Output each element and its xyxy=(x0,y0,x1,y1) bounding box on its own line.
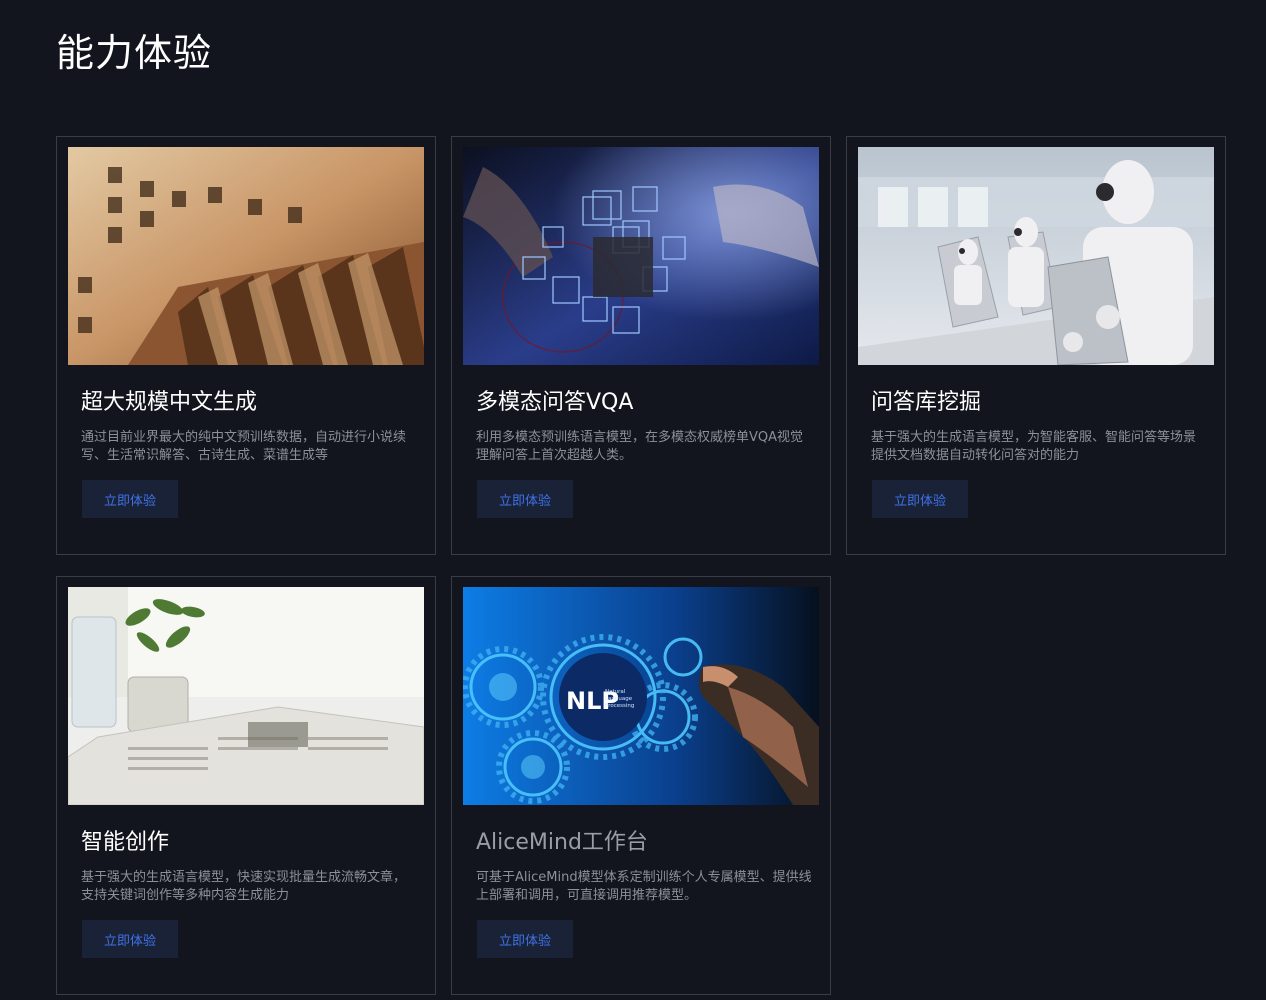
try-now-button[interactable]: 立即体验 xyxy=(82,920,178,958)
card-multimodal-vqa: 多模态问答VQA 利用多模态预训练语言模型，在多模态权威榜单VQA视觉理解问答上… xyxy=(451,136,831,555)
card-title: 超大规模中文生成 xyxy=(81,390,258,415)
nlp-caption-line: Processing xyxy=(605,703,634,709)
try-now-button[interactable]: 立即体验 xyxy=(82,480,178,518)
movable-type-image xyxy=(68,147,424,365)
card-description: 通过目前业界最大的纯中文预训练数据，自动进行小说续写、生活常识解答、古诗生成、菜… xyxy=(81,430,407,463)
card-title: 问答库挖掘 xyxy=(871,390,982,415)
card-description: 可基于AliceMind模型体系定制训练个人专属模型、提供线上部署和调用，可直接… xyxy=(476,870,812,903)
card-chinese-generation: 超大规模中文生成 通过目前业界最大的纯中文预训练数据，自动进行小说续写、生活常识… xyxy=(56,136,436,555)
card-qa-mining: 问答库挖掘 基于强大的生成语言模型，为智能客服、智能问答等场景提供文档数据自动转… xyxy=(846,136,1226,555)
newspaper-plant-image xyxy=(68,587,424,805)
try-now-button[interactable]: 立即体验 xyxy=(477,480,573,518)
card-description: 基于强大的生成语言模型，快速实现批量生成流畅文章，支持关键词创作等多种内容生成能… xyxy=(81,870,407,903)
card-description: 基于强大的生成语言模型，为智能客服、智能问答等场景提供文档数据自动转化问答对的能… xyxy=(871,430,1197,463)
nlp-caption-line: Language xyxy=(605,696,633,702)
robots-image xyxy=(858,147,1214,365)
card-title: 智能创作 xyxy=(81,830,170,855)
card-smart-writing: 智能创作 基于强大的生成语言模型，快速实现批量生成流畅文章，支持关键词创作等多种… xyxy=(56,576,436,995)
nlp-gears-image: NLP Natural Language Processing xyxy=(463,587,819,805)
try-now-button[interactable]: 立即体验 xyxy=(872,480,968,518)
card-title: 多模态问答VQA xyxy=(476,390,634,415)
card-alicemind-workbench: NLP Natural Language Processing AliceMin… xyxy=(451,576,831,995)
page-title: 能力体验 xyxy=(56,31,213,75)
card-title: AliceMind工作台 xyxy=(476,830,648,855)
card-description: 利用多模态预训练语言模型，在多模态权威榜单VQA视觉理解问答上首次超越人类。 xyxy=(476,430,804,463)
hands-cube-image xyxy=(463,147,819,365)
nlp-caption-line: Natural xyxy=(605,689,626,695)
try-now-button[interactable]: 立即体验 xyxy=(477,920,573,958)
